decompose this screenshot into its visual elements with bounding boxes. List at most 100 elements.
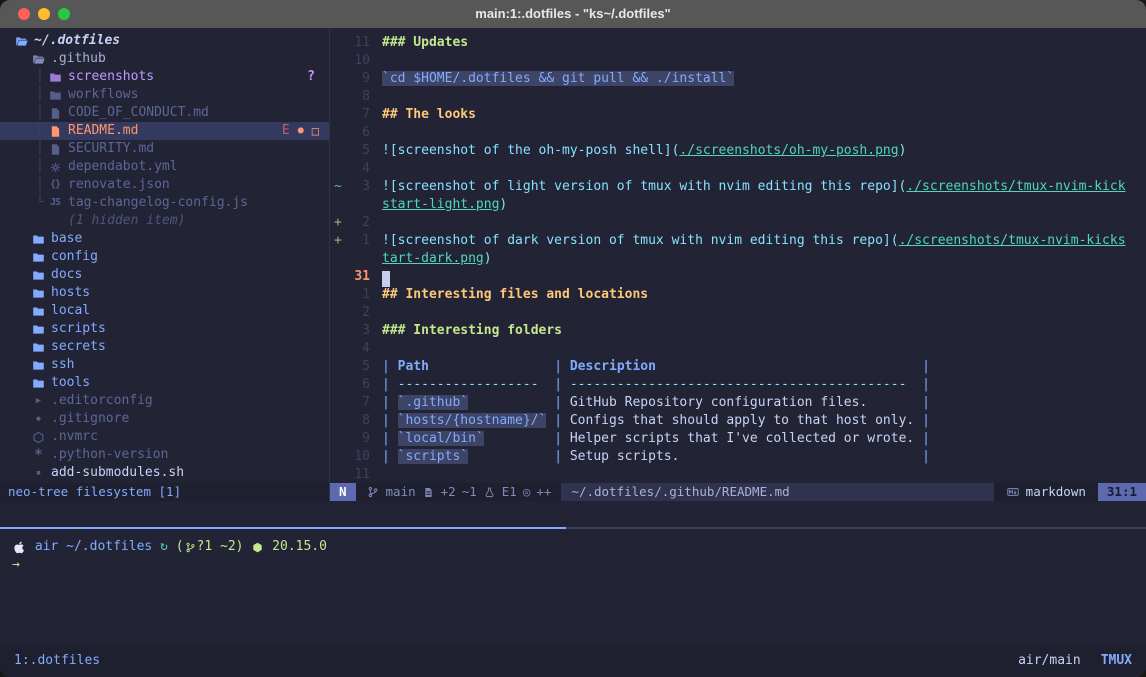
line-number: 31: [344, 268, 370, 286]
editor-line[interactable]: 7| `.github` | GitHub Repository configu…: [330, 394, 1146, 412]
editor-line[interactable]: 6: [330, 124, 1146, 142]
tree-item[interactable]: ssh: [0, 356, 329, 374]
shell-input-line[interactable]: →: [12, 556, 1146, 574]
tree-item[interactable]: base: [0, 230, 329, 248]
editor-line[interactable]: 11### Updates: [330, 34, 1146, 52]
line-number: 6: [344, 376, 370, 394]
folder-icon: [31, 305, 45, 318]
editor-buffer[interactable]: 11### Updates 10 9`cd $HOME/.dotfiles &&…: [330, 28, 1146, 483]
tree-item[interactable]: │screenshots?: [0, 68, 329, 86]
zoom-button[interactable]: [58, 8, 70, 20]
refresh-icon: [152, 538, 160, 556]
editor-line[interactable]: 11: [330, 466, 1146, 483]
tree-item-label: scripts: [51, 320, 106, 338]
git-untracked-badge: ?: [307, 68, 329, 86]
editor-line[interactable]: 7## The looks: [330, 106, 1146, 124]
tree-item[interactable]: local: [0, 302, 329, 320]
syntax-segment: [468, 395, 554, 410]
line-number: 11: [344, 466, 370, 483]
node-icon: [252, 542, 263, 553]
editor-line[interactable]: 4: [330, 340, 1146, 358]
tree-item-label: hosts: [51, 284, 90, 302]
tmux-right-group: air/main TMUX: [1018, 652, 1132, 670]
editor-line[interactable]: +1![screenshot of dark version of tmux w…: [330, 232, 1146, 250]
editor-line[interactable]: 3### Interesting folders: [330, 322, 1146, 340]
tree-item[interactable]: │CODE_OF_CONDUCT.md: [0, 104, 329, 122]
folder-icon: [31, 251, 45, 264]
tree-item[interactable]: ~/.dotfiles: [0, 32, 329, 50]
editor-line[interactable]: ~3![screenshot of light version of tmux …: [330, 178, 1146, 196]
gutter-sign: [330, 142, 344, 160]
tree-item[interactable]: │README.mdE●□: [0, 122, 329, 140]
editor-line[interactable]: 4: [330, 160, 1146, 178]
editor-line[interactable]: +2: [330, 214, 1146, 232]
tree-item[interactable]: (1 hidden item): [0, 212, 329, 230]
tree-item[interactable]: │SECURITY.md: [0, 140, 329, 158]
gutter-sign: [330, 268, 344, 286]
shell-pane[interactable]: air ~/.dotfiles ↻ (?1 ~2) 20.15.0 →: [0, 529, 1146, 645]
titlebar: main:1:.dotfiles - "ks~/.dotfiles": [0, 0, 1146, 28]
editor-line[interactable]: 9| `local/bin` | Helper scripts that I'v…: [330, 430, 1146, 448]
tree-item[interactable]: │ workflows: [0, 86, 329, 104]
tree-item-label: config: [51, 248, 98, 266]
tree-item[interactable]: secrets: [0, 338, 329, 356]
syntax-segment: [562, 431, 570, 446]
tree-item[interactable]: *.python-version: [0, 446, 329, 464]
editor-line[interactable]: 1## Interesting files and locations: [330, 286, 1146, 304]
mode-indicator: N: [330, 483, 356, 501]
editor-line[interactable]: 31: [330, 268, 1146, 286]
tree-item-label: .editorconfig: [51, 392, 153, 410]
indent-guide: │: [36, 86, 44, 104]
editor-window: 11### Updates 10 9`cd $HOME/.dotfiles &&…: [330, 28, 1146, 501]
editor-line[interactable]: 5![screenshot of the oh-my-posh shell](.…: [330, 142, 1146, 160]
syntax-segment: `local/bin`: [398, 431, 484, 446]
tree-item[interactable]: ▪add-submodules.sh: [0, 464, 329, 482]
line-content: | `scripts` | Setup scripts. |: [382, 448, 930, 466]
syntax-segment: |: [382, 377, 390, 392]
tree-item[interactable]: hosts: [0, 284, 329, 302]
prompt-git-status: ?1 ~2): [197, 538, 244, 556]
editor-line[interactable]: 9`cd $HOME/.dotfiles && git pull && ./in…: [330, 70, 1146, 88]
gutter-sign: [330, 430, 344, 448]
prompt-host: [27, 538, 35, 556]
editor-line[interactable]: 10: [330, 52, 1146, 70]
node-version: 20.15.0: [272, 538, 327, 556]
gutter-sign: [330, 412, 344, 430]
editor-line[interactable]: 5| Path | Description |: [330, 358, 1146, 376]
editor-line[interactable]: 10| `scripts` | Setup scripts. |: [330, 448, 1146, 466]
editor-line[interactable]: tart-dark.png): [330, 250, 1146, 268]
command-line[interactable]: [0, 501, 1146, 527]
line-number: 5: [344, 142, 370, 160]
tree-item[interactable]: │{}renovate.json: [0, 176, 329, 194]
tree-item[interactable]: .github: [0, 50, 329, 68]
gutter-sign: [330, 160, 344, 178]
tree-item[interactable]: ▶.editorconfig: [0, 392, 329, 410]
tree-item[interactable]: scripts: [0, 320, 329, 338]
close-button[interactable]: [18, 8, 30, 20]
tree-item[interactable]: │dependabot.yml: [0, 158, 329, 176]
editor-line[interactable]: start-light.png): [330, 196, 1146, 214]
editor-line[interactable]: 8: [330, 88, 1146, 106]
indent-guide: │: [36, 158, 44, 176]
tree-item[interactable]: ◆.gitignore: [0, 410, 329, 428]
tmux-window-name[interactable]: 1:.dotfiles: [14, 652, 100, 670]
tree-item[interactable]: tools: [0, 374, 329, 392]
syntax-segment: ./screenshots/tmux-nvim-kick: [906, 179, 1125, 194]
apple-icon: [13, 541, 26, 554]
syntax-segment: ----------------------------------------…: [570, 377, 907, 392]
line-number: 3: [344, 322, 370, 340]
tree-item-label: workflows: [68, 86, 138, 104]
editor-line[interactable]: 8| `hosts/{hostname}/` | Configs that sh…: [330, 412, 1146, 430]
file-icon: [48, 125, 62, 138]
file-status-markers: E●□: [282, 122, 329, 140]
minimize-button[interactable]: [38, 8, 50, 20]
braces-icon: {}: [48, 176, 62, 194]
tree-item[interactable]: .nvmrc: [0, 428, 329, 446]
syntax-segment: Description: [570, 359, 656, 374]
tree-item[interactable]: └JStag-changelog-config.js: [0, 194, 329, 212]
editor-line[interactable]: 2: [330, 304, 1146, 322]
folder-icon: [31, 233, 45, 246]
tree-item[interactable]: config: [0, 248, 329, 266]
editor-line[interactable]: 6| ------------------ | ----------------…: [330, 376, 1146, 394]
tree-item[interactable]: docs: [0, 266, 329, 284]
